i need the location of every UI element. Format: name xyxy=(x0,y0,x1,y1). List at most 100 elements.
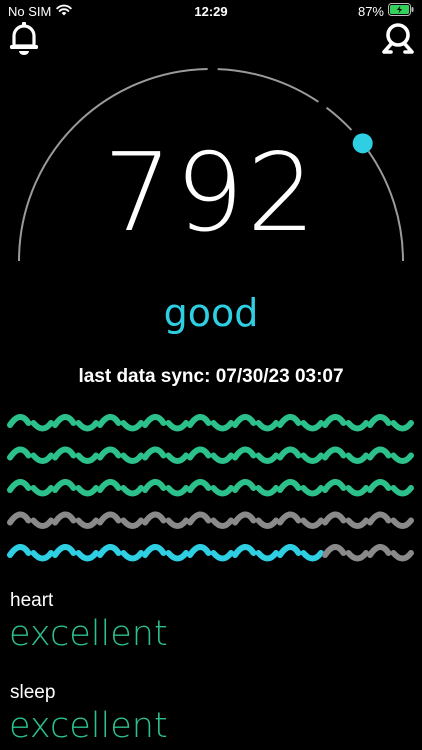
wave-segment-trough xyxy=(30,485,54,497)
wave-segment-trough xyxy=(300,550,324,562)
metric-heart-label: heart xyxy=(10,590,54,611)
wave-segment-trough xyxy=(390,452,414,464)
profile-icon xyxy=(382,23,414,54)
wave-segment-crest xyxy=(142,479,167,493)
wave-segment-trough xyxy=(210,517,234,529)
wave-segment-crest xyxy=(277,414,302,428)
wave-segment-trough xyxy=(300,452,324,464)
wave-segment-crest xyxy=(232,511,257,526)
wave-segment-trough xyxy=(210,550,234,562)
wave-segment-crest xyxy=(187,414,212,428)
wave-segment-crest xyxy=(187,511,212,526)
wave-segment-crest xyxy=(97,511,122,526)
wave-segment-trough xyxy=(390,517,414,529)
wave-segment-trough xyxy=(165,517,189,529)
wave-segment-trough xyxy=(75,485,99,497)
wave-segment-crest xyxy=(367,446,392,461)
wave-segment-trough xyxy=(120,517,144,529)
wave-segment-trough xyxy=(210,452,234,464)
wave-segment-crest xyxy=(277,446,302,461)
wave-segment-crest xyxy=(277,511,302,526)
wave-segment-crest xyxy=(97,479,122,493)
wave-segment-trough xyxy=(390,485,414,497)
wave-segment-crest xyxy=(367,511,392,526)
wave-segment-trough xyxy=(390,420,414,432)
wave-segment-trough xyxy=(165,485,189,497)
wave-segment-trough xyxy=(255,517,279,529)
wave-segment-crest xyxy=(277,544,302,558)
wave-segment-crest xyxy=(322,511,347,526)
score-value: 792 xyxy=(103,131,319,256)
wave-segment-crest xyxy=(52,414,77,428)
status-right: 87% xyxy=(358,3,414,19)
wave-segment-trough xyxy=(255,420,279,432)
wave-segment-crest xyxy=(7,544,32,558)
status-bar: No SIM 12:29 87% xyxy=(0,0,422,22)
wave-segment-crest xyxy=(367,544,392,558)
bell-button[interactable] xyxy=(6,20,42,56)
wave-segment-trough xyxy=(345,550,369,562)
wave-segment-crest xyxy=(187,446,212,461)
wave-segment-crest xyxy=(187,479,212,493)
profile-button[interactable] xyxy=(380,20,416,56)
wave-segment-trough xyxy=(165,550,189,562)
wave-segment-crest xyxy=(52,511,77,526)
wave-segment-crest xyxy=(277,479,302,493)
wave-segment-trough xyxy=(120,452,144,464)
wave-segment-trough xyxy=(75,517,99,529)
wave-segment-crest xyxy=(232,479,257,493)
wave-segment-trough xyxy=(210,485,234,497)
wave-segment-trough xyxy=(30,550,54,562)
wave-segment-trough xyxy=(30,452,54,464)
wave-segment-crest xyxy=(97,544,122,558)
wave-segment-trough xyxy=(390,550,414,562)
wave-segment-crest xyxy=(52,446,77,461)
wave-segment-trough xyxy=(165,452,189,464)
wave-segment-trough xyxy=(210,420,234,432)
battery-icon xyxy=(388,3,414,19)
wave-segment-crest xyxy=(7,511,32,526)
wave-segment-crest xyxy=(322,544,347,558)
wave-segment-trough xyxy=(120,485,144,497)
metric-sleep-label: sleep xyxy=(10,682,56,703)
wave-segment-crest xyxy=(187,544,212,558)
score-rating: good xyxy=(163,291,259,335)
wave-segment-crest xyxy=(7,414,32,428)
wave-segment-crest xyxy=(232,446,257,461)
wave-segment-trough xyxy=(300,517,324,529)
wave-segment-trough xyxy=(345,420,369,432)
status-waves xyxy=(7,414,414,562)
wave-segment-trough xyxy=(255,452,279,464)
wave-segment-trough xyxy=(345,517,369,529)
wave-segment-crest xyxy=(142,544,167,558)
wave-segment-crest xyxy=(367,414,392,428)
wave-segment-crest xyxy=(97,446,122,461)
metric-sleep-value: excellent xyxy=(9,706,168,746)
wave-segment-crest xyxy=(142,446,167,461)
wave-segment-trough xyxy=(300,420,324,432)
last-sync-text: last data sync: 07/30/23 03:07 xyxy=(78,366,344,387)
gauge-track-mid xyxy=(217,68,319,103)
wave-segment-crest xyxy=(52,479,77,493)
wave-segment-crest xyxy=(322,479,347,493)
wave-segment-crest xyxy=(142,414,167,428)
wave-segment-trough xyxy=(75,420,99,432)
wave-segment-crest xyxy=(232,414,257,428)
wave-segment-trough xyxy=(345,485,369,497)
wave-segment-trough xyxy=(255,485,279,497)
wave-segment-trough xyxy=(30,517,54,529)
wave-segment-trough xyxy=(255,550,279,562)
wave-segment-trough xyxy=(120,550,144,562)
bell-icon xyxy=(10,22,38,55)
wave-segment-trough xyxy=(30,420,54,432)
wave-segment-trough xyxy=(75,452,99,464)
wave-segment-trough xyxy=(165,420,189,432)
wave-segment-crest xyxy=(367,479,392,493)
wave-segment-crest xyxy=(97,414,122,428)
wave-segment-crest xyxy=(52,544,77,558)
wave-segment-crest xyxy=(142,511,167,526)
metric-heart-value: excellent xyxy=(9,614,168,654)
wave-segment-crest xyxy=(322,414,347,428)
wave-segment-crest xyxy=(7,446,32,461)
wave-segment-trough xyxy=(120,420,144,432)
